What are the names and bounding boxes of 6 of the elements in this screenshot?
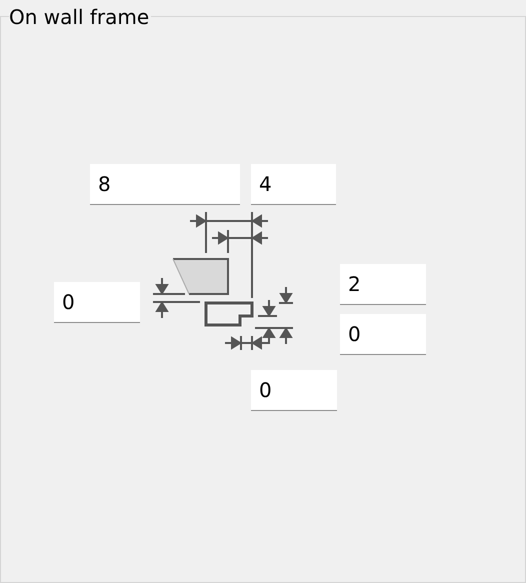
- input-field[interactable]: 8: [90, 164, 240, 205]
- input-field[interactable]: 2: [340, 264, 426, 305]
- input-field[interactable]: 0: [54, 282, 140, 323]
- input-field[interactable]: 0: [251, 370, 337, 411]
- input-field[interactable]: 0: [340, 314, 426, 355]
- input-field[interactable]: 4: [251, 164, 336, 205]
